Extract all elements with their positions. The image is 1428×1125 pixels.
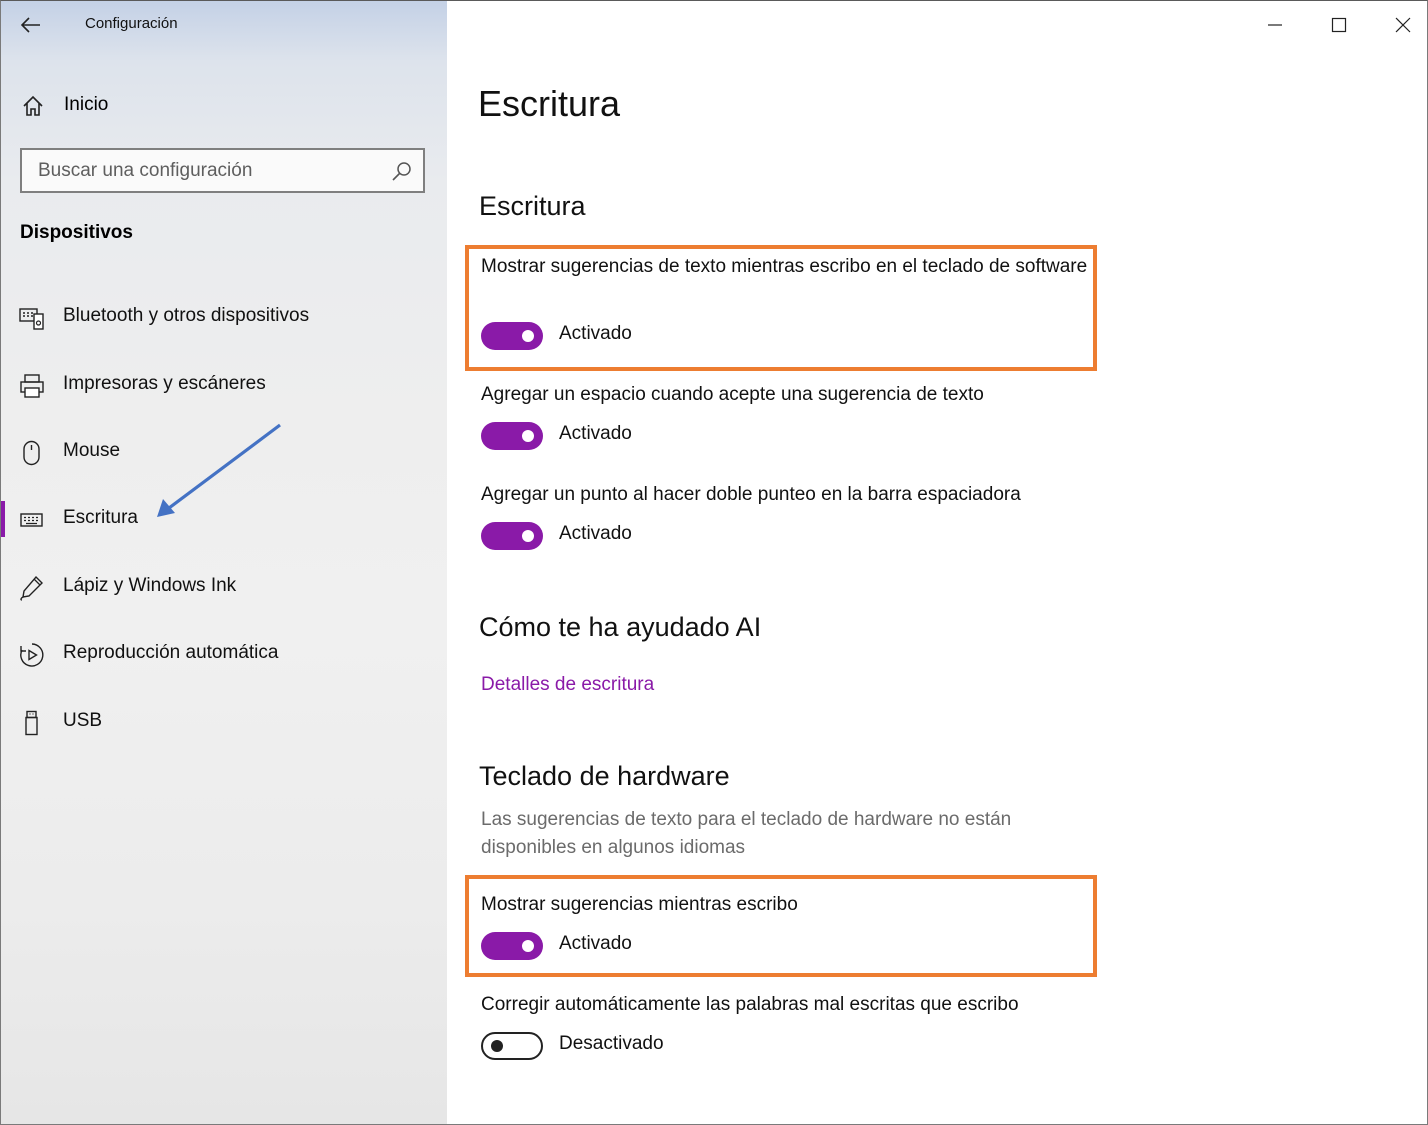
highlight-box xyxy=(465,875,1097,977)
sidebar-item-label: Inicio xyxy=(64,94,109,115)
setting-label: Agregar un espacio cuando acepte una sug… xyxy=(481,384,984,405)
main-content: Escritura Escritura Mostrar sugerencias … xyxy=(447,1,1427,1124)
pen-icon xyxy=(20,575,43,601)
sidebar-item-printers[interactable]: Impresoras y escáneres xyxy=(1,361,447,409)
setting-label: Corregir automáticamente las palabras ma… xyxy=(481,994,1019,1015)
printer-icon xyxy=(20,374,44,398)
mouse-icon xyxy=(23,440,40,466)
toggle-knob xyxy=(491,1040,503,1052)
hardware-description: Las sugerencias de texto para el teclado… xyxy=(481,809,1012,858)
autoplay-icon xyxy=(20,643,44,667)
sidebar: Configuración Inicio Dispositivos Blue xyxy=(1,1,447,1124)
toggle-knob xyxy=(522,430,534,442)
search-icon[interactable] xyxy=(391,160,413,182)
sidebar-item-label: Reproducción automática xyxy=(63,642,279,663)
annotation-arrow-icon xyxy=(157,423,281,517)
search-input[interactable] xyxy=(22,150,382,191)
sidebar-item-label: Mouse xyxy=(63,440,121,461)
toggle-state-label: Desactivado xyxy=(559,1033,664,1054)
toggle-switch[interactable] xyxy=(481,522,543,550)
section-title-typing: Escritura xyxy=(479,191,586,221)
toggle-switch[interactable] xyxy=(481,1032,543,1060)
sidebar-item-autoplay[interactable]: Reproducción automática xyxy=(1,630,447,678)
highlight-box xyxy=(465,245,1097,371)
sidebar-item-usb[interactable]: USB xyxy=(1,698,447,746)
setting-toggle-row: Activado xyxy=(481,422,881,452)
toggle-state-label: Activado xyxy=(559,523,632,544)
sidebar-item-label: Impresoras y escáneres xyxy=(63,373,266,394)
section-title-hardware: Teclado de hardware xyxy=(479,761,730,791)
setting-toggle-row: Desactivado xyxy=(481,1032,881,1062)
settings-window: Configuración Inicio Dispositivos Blue xyxy=(0,0,1428,1125)
sidebar-item-pen[interactable]: Lápiz y Windows Ink xyxy=(1,563,447,611)
setting-toggle-row: Activado xyxy=(481,522,881,552)
back-button[interactable] xyxy=(15,9,47,41)
toggle-knob xyxy=(522,530,534,542)
typing-details-link[interactable]: Detalles de escritura xyxy=(481,674,654,696)
sidebar-item-bluetooth[interactable]: Bluetooth y otros dispositivos xyxy=(1,293,447,341)
setting-label: Agregar un punto al hacer doble punteo e… xyxy=(481,484,1021,505)
usb-icon xyxy=(25,710,38,736)
sidebar-item-label: Escritura xyxy=(63,507,138,528)
sidebar-section-title: Dispositivos xyxy=(20,222,133,243)
sidebar-item-label: Lápiz y Windows Ink xyxy=(63,575,237,596)
sidebar-item-label: Bluetooth y otros dispositivos xyxy=(63,305,310,326)
section-title-ai: Cómo te ha ayudado AI xyxy=(479,612,762,642)
sidebar-item-home[interactable]: Inicio xyxy=(1,83,447,127)
back-arrow-icon xyxy=(21,17,40,33)
toggle-state-label: Activado xyxy=(559,423,632,444)
search-box xyxy=(20,148,425,193)
app-title: Configuración xyxy=(85,15,178,32)
sidebar-item-label: USB xyxy=(63,710,103,731)
home-icon xyxy=(23,95,43,116)
page-title: Escritura xyxy=(478,83,621,124)
keyboard-icon xyxy=(20,513,43,527)
toggle-switch[interactable] xyxy=(481,422,543,450)
bluetooth-devices-icon xyxy=(19,308,44,330)
